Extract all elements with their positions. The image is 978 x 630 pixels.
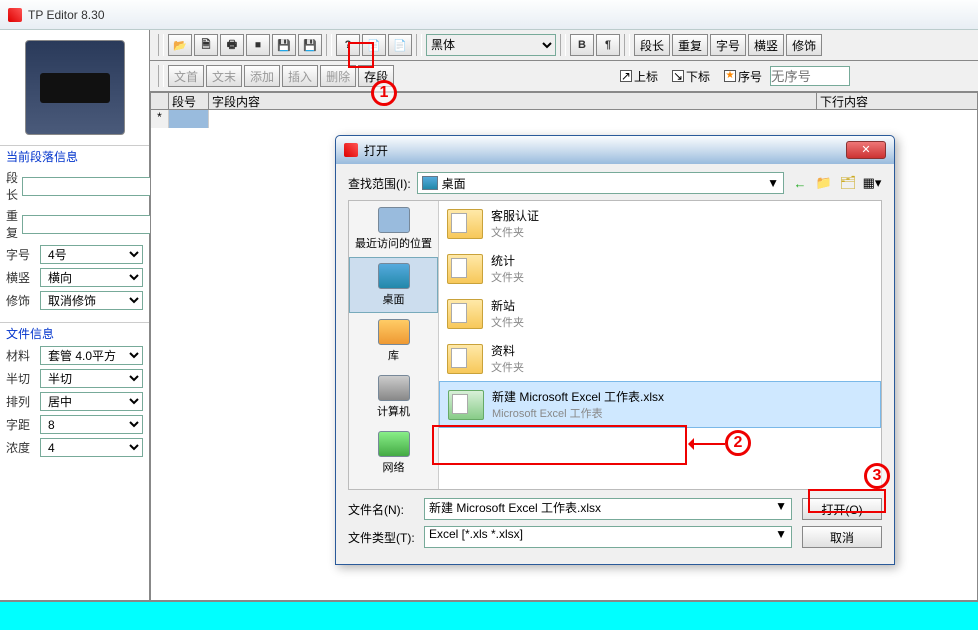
btn-insert[interactable]: 插入 <box>282 65 318 87</box>
open-icon[interactable]: 📂 <box>168 34 192 56</box>
field-fontsize[interactable]: 4号 <box>40 245 143 264</box>
place-computer[interactable]: 计算机 <box>349 369 438 425</box>
folder-icon <box>447 209 483 239</box>
title-bar: TP Editor 8.30 <box>0 0 978 30</box>
lookin-select[interactable]: 桌面 ▼ <box>417 172 784 194</box>
toolbar-secondary: 文首 文末 添加 插入 删除 存段 ↗上标 ↘下标 ★序号 <box>150 61 978 92</box>
panel-title-paragraph: 当前段落信息 <box>0 145 149 167</box>
chk-sequence[interactable]: ★序号 <box>724 68 762 85</box>
toolbar-main: 📂 🗎 🖶 ⏹ 💾 💾 ? 📄 📄 黑体 B ¶ 段长 重复 字号 横竖 修饰 <box>150 30 978 61</box>
device-image <box>25 40 125 135</box>
place-network[interactable]: 网络 <box>349 425 438 481</box>
btn-delete[interactable]: 删除 <box>320 65 356 87</box>
prop-label: 横竖 <box>6 269 36 286</box>
font-select[interactable]: 黑体 <box>426 34 556 56</box>
excel-icon <box>448 390 484 420</box>
prop-label: 修饰 <box>6 292 36 309</box>
btn-fontsize[interactable]: 字号 <box>710 34 746 56</box>
btn-save-para[interactable]: 存段 <box>358 65 394 87</box>
dialog-logo-icon <box>344 143 358 157</box>
prop-label: 材料 <box>6 347 36 364</box>
app-logo-icon <box>8 8 22 22</box>
prop-label: 排列 <box>6 393 36 410</box>
col-content: 字段内容 <box>209 93 817 109</box>
file-item[interactable]: 统计文件夹 <box>439 246 881 291</box>
up-icon[interactable]: 📁 <box>814 173 834 193</box>
viewmode-icon[interactable]: ▦▾ <box>862 173 882 193</box>
btn-repeat[interactable]: 重复 <box>672 34 708 56</box>
save-icon[interactable]: 💾 <box>272 34 296 56</box>
stop-icon[interactable]: ⏹ <box>246 34 270 56</box>
print-icon[interactable]: 🖶 <box>220 34 244 56</box>
import-icon[interactable]: 📄 <box>362 34 386 56</box>
open-dialog: 打开 ✕ 查找范围(I): 桌面 ▼ ← 📁 🗂 ▦▾ 最近访问的位置 桌面 库… <box>335 135 895 565</box>
prop-label: 段长 <box>6 169 18 203</box>
folder-icon <box>447 299 483 329</box>
field-density[interactable]: 4 <box>40 438 143 457</box>
filetype-select[interactable]: Excel [*.xls *.xlsx]▼ <box>424 526 792 548</box>
file-item[interactable]: 客服认证文件夹 <box>439 201 881 246</box>
field-decoration[interactable]: 取消修饰 <box>40 291 143 310</box>
prop-label: 重复 <box>6 207 18 241</box>
open-button[interactable]: 打开(O) <box>802 498 882 520</box>
save2-icon[interactable]: 💾 <box>298 34 322 56</box>
btn-add[interactable]: 添加 <box>244 65 280 87</box>
panel-title-file: 文件信息 <box>0 322 149 344</box>
dialog-title: 打开 <box>364 142 846 159</box>
btn-doc-end[interactable]: 文末 <box>206 65 242 87</box>
pilcrow-icon[interactable]: ¶ <box>596 34 620 56</box>
desktop-icon <box>422 176 438 190</box>
dialog-titlebar: 打开 ✕ <box>336 136 894 164</box>
help-icon[interactable]: ? <box>336 34 360 56</box>
prop-label: 字距 <box>6 416 36 433</box>
prop-label: 浓度 <box>6 439 36 456</box>
prop-label: 半切 <box>6 370 36 387</box>
row-marker: * <box>151 110 169 128</box>
folder-icon <box>447 254 483 284</box>
folder-icon <box>447 344 483 374</box>
file-list[interactable]: 客服认证文件夹 统计文件夹 新站文件夹 资料文件夹 新建 Microsoft E… <box>439 201 881 489</box>
prop-label: 字号 <box>6 246 36 263</box>
sidebar: 当前段落信息 段长 重复 字号4号 横竖横向 修饰取消修饰 文件信息 材料套管 … <box>0 30 150 600</box>
grid-row[interactable]: * <box>151 110 977 128</box>
status-bar <box>0 600 978 630</box>
chk-superscript[interactable]: ↗上标 <box>620 68 658 85</box>
file-item[interactable]: 新站文件夹 <box>439 291 881 336</box>
newfolder-icon[interactable]: 🗂 <box>838 173 858 193</box>
btn-length[interactable]: 段长 <box>634 34 670 56</box>
place-desktop[interactable]: 桌面 <box>349 257 438 313</box>
places-bar: 最近访问的位置 桌面 库 计算机 网络 <box>349 201 439 489</box>
seq-input[interactable] <box>770 66 850 86</box>
lookin-label: 查找范围(I): <box>348 175 411 192</box>
grid-header: 段号 字段内容 下行内容 <box>150 92 978 110</box>
btn-decoration[interactable]: 修饰 <box>786 34 822 56</box>
new-icon[interactable]: 🗎 <box>194 34 218 56</box>
field-material[interactable]: 套管 4.0平方 <box>40 346 143 365</box>
filetype-label: 文件类型(T): <box>348 529 418 546</box>
close-button[interactable]: ✕ <box>846 141 886 159</box>
col-nextline: 下行内容 <box>817 93 977 109</box>
chk-subscript[interactable]: ↘下标 <box>672 68 710 85</box>
btn-doc-start[interactable]: 文首 <box>168 65 204 87</box>
filename-label: 文件名(N): <box>348 501 418 518</box>
field-align[interactable]: 居中 <box>40 392 143 411</box>
place-library[interactable]: 库 <box>349 313 438 369</box>
export-icon[interactable]: 📄 <box>388 34 412 56</box>
filename-input[interactable]: 新建 Microsoft Excel 工作表.xlsx▼ <box>424 498 792 520</box>
cancel-button[interactable]: 取消 <box>802 526 882 548</box>
field-halfcut[interactable]: 半切 <box>40 369 143 388</box>
field-spacing[interactable]: 8 <box>40 415 143 434</box>
file-item-selected[interactable]: 新建 Microsoft Excel 工作表.xlsxMicrosoft Exc… <box>439 381 881 428</box>
place-recent[interactable]: 最近访问的位置 <box>349 201 438 257</box>
lookin-value: 桌面 <box>442 175 466 192</box>
bold-icon[interactable]: B <box>570 34 594 56</box>
btn-orientation[interactable]: 横竖 <box>748 34 784 56</box>
field-orientation[interactable]: 横向 <box>40 268 143 287</box>
file-item[interactable]: 资料文件夹 <box>439 336 881 381</box>
back-icon[interactable]: ← <box>790 173 810 193</box>
col-segno: 段号 <box>169 93 209 109</box>
app-title: TP Editor 8.30 <box>28 8 105 22</box>
